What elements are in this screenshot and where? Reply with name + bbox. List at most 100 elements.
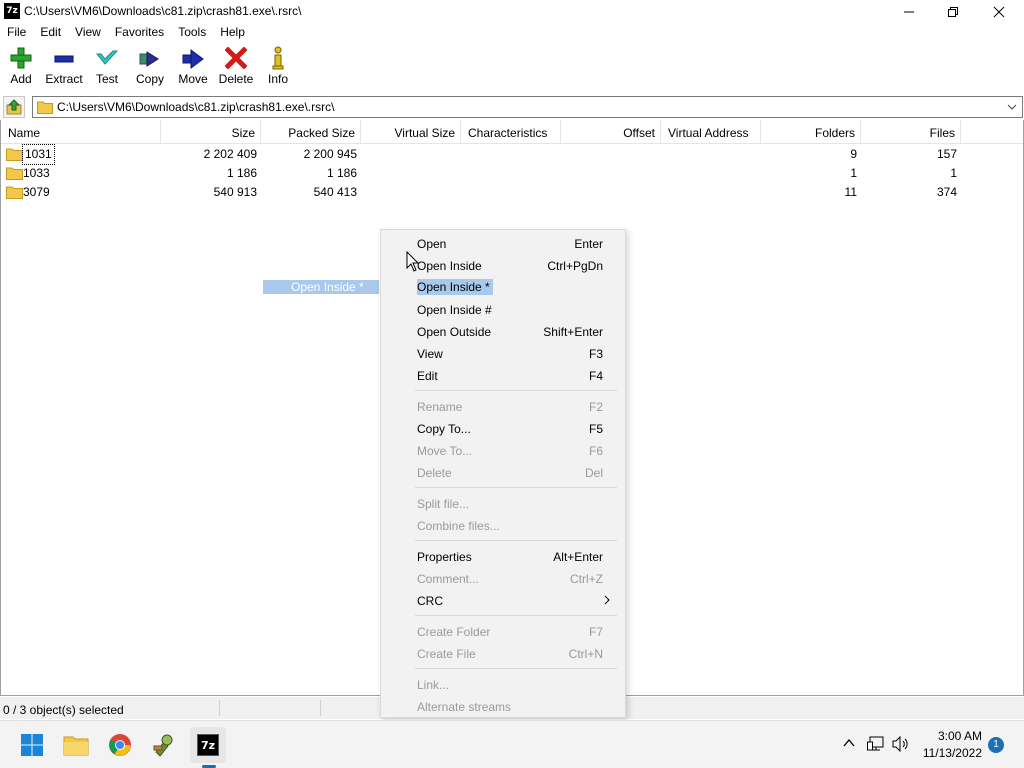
chrome-icon <box>109 734 131 756</box>
mouse-cursor-icon <box>406 251 420 272</box>
menu-item-move-to: Move To... F6 <box>417 444 603 458</box>
row-size: 2 202 409 <box>203 147 257 161</box>
row-name: 1033 <box>23 166 50 180</box>
column-header-offset[interactable]: Offset <box>561 120 661 144</box>
chevron-up-icon[interactable] <box>842 736 856 750</box>
pin-app-button[interactable] <box>146 727 182 763</box>
row-folders: 9 <box>850 147 857 161</box>
close-button[interactable] <box>976 0 1022 23</box>
table-row[interactable]: 3079 540 913 540 413 11 374 <box>1 183 1023 202</box>
menu-item-copy-to[interactable]: Copy To... F5 <box>381 418 625 440</box>
folder-icon <box>6 148 23 161</box>
up-folder-button[interactable] <box>3 96 25 118</box>
chrome-button[interactable] <box>102 727 138 763</box>
minus-icon <box>54 55 74 63</box>
clock-time[interactable]: 3:00 AM <box>930 729 982 743</box>
start-button[interactable] <box>14 727 50 763</box>
file-explorer-icon <box>63 736 89 756</box>
menu-item-split-file: Split file... <box>417 497 470 511</box>
extract-label: Extract <box>45 72 83 86</box>
chevron-right-icon <box>604 595 610 605</box>
menu-edit[interactable]: Edit <box>33 23 68 43</box>
context-menu: Open Enter Open Inside Ctrl+PgDn Open In… <box>380 229 626 718</box>
menu-file[interactable]: File <box>0 23 33 43</box>
checkmark-icon <box>95 50 119 65</box>
7zip-taskbar-button[interactable]: 7z <box>190 727 226 763</box>
clock-date[interactable]: 11/13/2022 <box>918 746 982 760</box>
menu-tools[interactable]: Tools <box>171 23 213 43</box>
path-text: C:\Users\VM6\Downloads\c81.zip\crash81.e… <box>57 100 335 114</box>
add-label: Add <box>10 72 32 86</box>
menu-item-rename: Rename F2 <box>417 400 603 414</box>
restore-icon <box>948 6 958 17</box>
move-arrow-icon <box>182 49 204 69</box>
menu-item-link: Link... <box>417 678 450 692</box>
info-button[interactable]: Info <box>266 44 290 92</box>
chevron-down-icon[interactable] <box>1005 100 1019 114</box>
column-header-packed-size[interactable]: Packed Size <box>261 120 361 144</box>
menu-item-view[interactable]: View F3 <box>381 343 625 365</box>
menu-view[interactable]: View <box>68 23 108 43</box>
row-folders: 1 <box>850 166 857 180</box>
menu-item-properties[interactable]: Properties Alt+Enter <box>381 546 625 568</box>
menu-separator <box>415 390 617 391</box>
drag-ghost-label: Open Inside * <box>263 280 379 294</box>
test-button[interactable]: Test <box>93 44 121 92</box>
copy-button[interactable]: Copy <box>134 44 166 92</box>
column-header-folders[interactable]: Folders <box>761 120 861 144</box>
column-header-virtual-size[interactable]: Virtual Size <box>361 120 461 144</box>
menu-item-create-folder: Create Folder F7 <box>417 625 603 639</box>
row-packed-size: 1 186 <box>326 166 357 180</box>
minimize-button[interactable] <box>886 0 932 23</box>
window-title: C:\Users\VM6\Downloads\c81.zip\crash81.e… <box>24 4 302 18</box>
menu-item-comment: Comment... Ctrl+Z <box>417 572 603 586</box>
volume-icon[interactable] <box>892 736 910 752</box>
menu-separator <box>415 540 617 541</box>
notification-badge[interactable]: 1 <box>988 737 1004 753</box>
menu-item-highlight: Open Inside * <box>417 279 493 295</box>
selection-status: 0 / 3 object(s) selected <box>3 703 124 717</box>
menu-item-alternate-streams: Alternate streams <box>417 700 512 714</box>
restore-button[interactable] <box>930 0 976 23</box>
delete-button[interactable]: Delete <box>218 44 254 92</box>
column-header-row: Name Size Packed Size Virtual Size Chara… <box>1 120 1023 144</box>
folder-icon <box>37 101 53 114</box>
menu-item-open-outside[interactable]: Open Outside Shift+Enter <box>381 321 625 343</box>
row-packed-size: 2 200 945 <box>303 147 357 161</box>
tool-app-icon <box>153 734 173 757</box>
menu-item-edit[interactable]: Edit F4 <box>381 365 625 387</box>
menu-help[interactable]: Help <box>213 23 252 43</box>
file-explorer-button[interactable] <box>58 727 94 763</box>
toolbar: Add Extract Test Copy Move Delete Info <box>0 44 1024 94</box>
column-header-name[interactable]: Name <box>1 120 161 144</box>
column-header-characteristics[interactable]: Characteristics <box>461 120 561 144</box>
move-label: Move <box>178 72 208 86</box>
menu-separator <box>415 615 617 616</box>
menu-favorites[interactable]: Favorites <box>108 23 171 43</box>
move-button[interactable]: Move <box>176 44 210 92</box>
menu-item-open-inside-hash[interactable]: Open Inside # <box>381 299 625 321</box>
column-header-files[interactable]: Files <box>861 120 961 144</box>
menu-separator <box>415 668 617 669</box>
status-divider <box>219 700 220 716</box>
title-bar: 7z C:\Users\VM6\Downloads\c81.zip\crash8… <box>0 0 1024 23</box>
menu-item-combine-files: Combine files... <box>417 519 500 533</box>
network-icon[interactable] <box>867 736 885 752</box>
column-header-virtual-address[interactable]: Virtual Address <box>661 120 761 144</box>
status-divider <box>320 700 321 716</box>
add-button[interactable]: Add <box>6 44 36 92</box>
test-label: Test <box>95 72 118 86</box>
row-folders: 11 <box>844 185 857 199</box>
menu-item-crc[interactable]: CRC <box>381 590 625 612</box>
delete-label: Delete <box>218 72 254 86</box>
path-combobox[interactable]: C:\Users\VM6\Downloads\c81.zip\crash81.e… <box>32 96 1023 118</box>
up-arrow-icon <box>6 99 22 115</box>
table-row[interactable]: 1033 1 186 1 186 1 1 <box>1 164 1023 183</box>
copy-arrow-icon <box>139 51 159 67</box>
menu-item-open-inside-star[interactable]: Open Inside * <box>381 277 625 299</box>
column-header-size[interactable]: Size <box>161 120 261 144</box>
row-size: 540 913 <box>213 185 257 199</box>
plus-icon <box>10 47 32 69</box>
extract-button[interactable]: Extract <box>44 44 84 92</box>
table-row[interactable]: 1031 2 202 409 2 200 945 9 157 <box>1 144 1023 165</box>
